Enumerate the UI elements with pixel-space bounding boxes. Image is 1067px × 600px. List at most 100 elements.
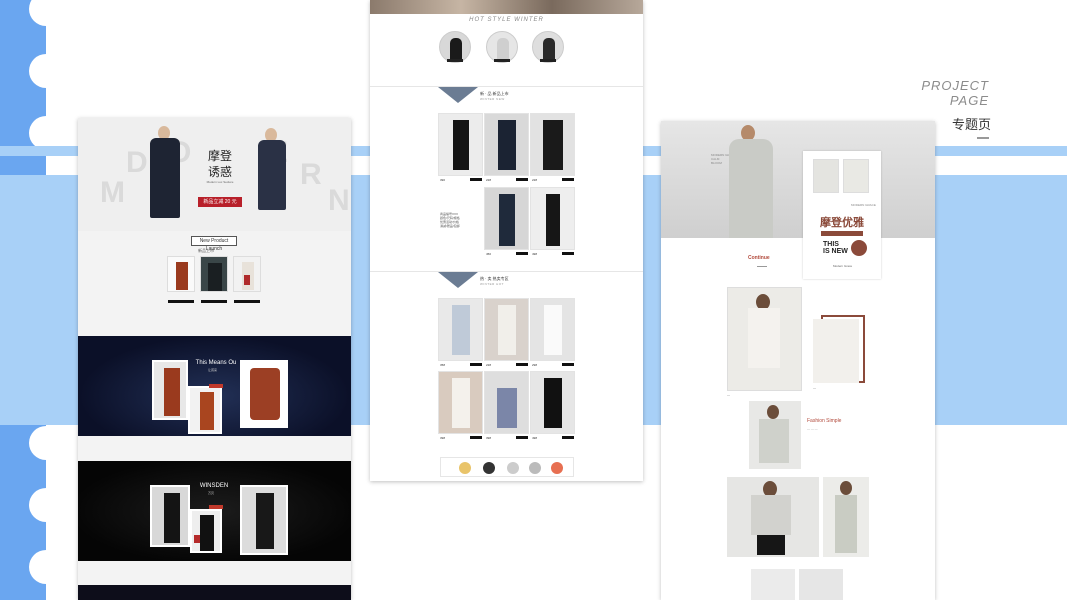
section-heading-en: WINTER HOT <box>480 282 504 286</box>
brand-logo-bar <box>440 457 574 477</box>
card-thumb <box>843 159 869 193</box>
divider <box>370 271 643 272</box>
product-note: 商品编号XXX 颜色/尺码/规格 优惠活动/价格 满减/赠品/包邮 <box>440 212 460 228</box>
model-photo <box>150 485 190 547</box>
buy-button[interactable] <box>516 252 528 255</box>
caption: — <box>813 386 816 390</box>
section-subtitle: 让惑来 <box>208 368 218 372</box>
card-badge <box>851 240 867 256</box>
section-triangle-icon <box>438 272 478 288</box>
hot-style-title: HOT STYLE WINTER <box>469 17 544 23</box>
hero-title: 摩登 诱惑 Modern Lux Seduce <box>206 149 234 184</box>
brand-logo-icon[interactable] <box>551 462 563 474</box>
buy-button[interactable] <box>516 363 528 366</box>
continue-label: Continue <box>748 255 770 261</box>
model-photo <box>152 360 188 420</box>
card-this: THIS IS NEW <box>823 241 848 255</box>
model-photo[interactable] <box>749 401 801 469</box>
price: 228 <box>486 178 492 182</box>
model-photo[interactable] <box>727 477 819 557</box>
hero-letter: D <box>126 146 148 179</box>
buy-button[interactable] <box>562 363 574 366</box>
card-tag <box>821 231 863 236</box>
product-thumb[interactable] <box>233 256 261 292</box>
hero-letter: R <box>300 158 322 191</box>
buy-button[interactable] <box>234 300 260 303</box>
product-card[interactable] <box>484 298 529 361</box>
price: 228 <box>532 178 538 182</box>
brand-logo-icon[interactable] <box>459 462 471 474</box>
design-panel-3[interactable]: MODERN GRACE CALM BLOOM MODERN GRACE 摩登优… <box>661 121 935 600</box>
product-card[interactable] <box>438 371 483 434</box>
buy-button[interactable] <box>470 178 482 181</box>
product-photo <box>240 360 288 428</box>
heading-divider <box>977 137 989 139</box>
new-launch-button[interactable]: New Product Launch <box>191 236 237 252</box>
product-photo[interactable] <box>813 319 859 383</box>
product-card[interactable] <box>484 113 529 176</box>
model-photo <box>240 485 288 555</box>
price: 358 <box>440 363 446 367</box>
price: 398 <box>486 436 492 440</box>
featured-card[interactable]: MODERN GRACE 摩登优雅 THIS IS NEW Modern Gra… <box>803 151 881 279</box>
model-photo[interactable] <box>823 477 869 557</box>
product-card[interactable] <box>530 371 575 434</box>
price: 390 <box>440 178 446 182</box>
product-card[interactable] <box>530 187 575 250</box>
design-panel-2[interactable]: HOT STYLE WINTER 新 · 品 新品上市 WINTER NEW 3… <box>370 0 643 481</box>
model-photo[interactable] <box>727 287 802 391</box>
fashion-simple-title: Fashion Simple <box>807 418 842 424</box>
model-photo <box>188 386 222 434</box>
caption: — <box>727 393 730 397</box>
scallop-decoration <box>29 54 63 88</box>
section-title: This Means Ou <box>195 360 237 366</box>
price: 498 <box>532 436 538 440</box>
hero-banner: MODERN GRACE CALM BLOOM <box>661 121 935 238</box>
card-title: 摩登优雅 <box>820 217 864 229</box>
buy-button[interactable] <box>470 363 482 366</box>
buy-button[interactable] <box>201 300 227 303</box>
top-banner-strip <box>370 0 643 14</box>
brand-logo-icon[interactable] <box>483 462 495 474</box>
product-thumb[interactable] <box>167 256 195 292</box>
product-card[interactable] <box>484 187 529 250</box>
section-subtitle: 万贝 <box>208 491 215 495</box>
product-thumb[interactable] <box>200 256 228 292</box>
buy-button[interactable] <box>470 436 482 439</box>
brand-logo-icon[interactable] <box>529 462 541 474</box>
design-panel-1[interactable]: M D O E R N 摩登 诱惑 Modern Lux Seduce 新品立减… <box>78 118 351 600</box>
price: 298 <box>532 363 538 367</box>
view-button[interactable] <box>209 505 223 509</box>
project-word: PROJECT <box>921 78 989 93</box>
model-coat <box>258 140 286 210</box>
price: 450 <box>486 252 492 256</box>
product-card[interactable] <box>530 298 575 361</box>
topic-page-label: 专题页 <box>951 117 991 132</box>
model-photo[interactable] <box>799 569 843 600</box>
card-thumb <box>813 159 839 193</box>
product-card[interactable] <box>438 298 483 361</box>
buy-button[interactable] <box>562 252 574 255</box>
buy-button[interactable] <box>562 436 574 439</box>
hero-letter: M <box>100 176 125 209</box>
buy-button[interactable] <box>168 300 194 303</box>
presentation-slide: PROJECT PAGE 专题页 M D O E R N 摩登 诱惑 Moder… <box>0 0 1067 600</box>
scallop-decoration <box>29 550 63 584</box>
scallop-decoration <box>29 426 63 460</box>
view-button[interactable] <box>209 384 223 388</box>
hero-banner: M D O E R N 摩登 诱惑 Modern Lux Seduce 新品立减… <box>78 118 351 231</box>
buy-button[interactable] <box>562 178 574 181</box>
brand-logo-icon[interactable] <box>507 462 519 474</box>
product-card[interactable] <box>484 371 529 434</box>
buy-button[interactable] <box>516 436 528 439</box>
model-photo[interactable] <box>751 569 795 600</box>
model-coat <box>150 138 180 218</box>
product-card[interactable] <box>438 113 483 176</box>
fashion-desc: — — — <box>807 427 818 431</box>
product-card[interactable] <box>530 113 575 176</box>
buy-button[interactable] <box>516 178 528 181</box>
collection-section-next <box>78 585 351 600</box>
continue-divider <box>757 266 767 267</box>
card-sub: Modern Grace <box>833 264 853 268</box>
section-heading-en: WINTER NEW <box>480 97 505 101</box>
